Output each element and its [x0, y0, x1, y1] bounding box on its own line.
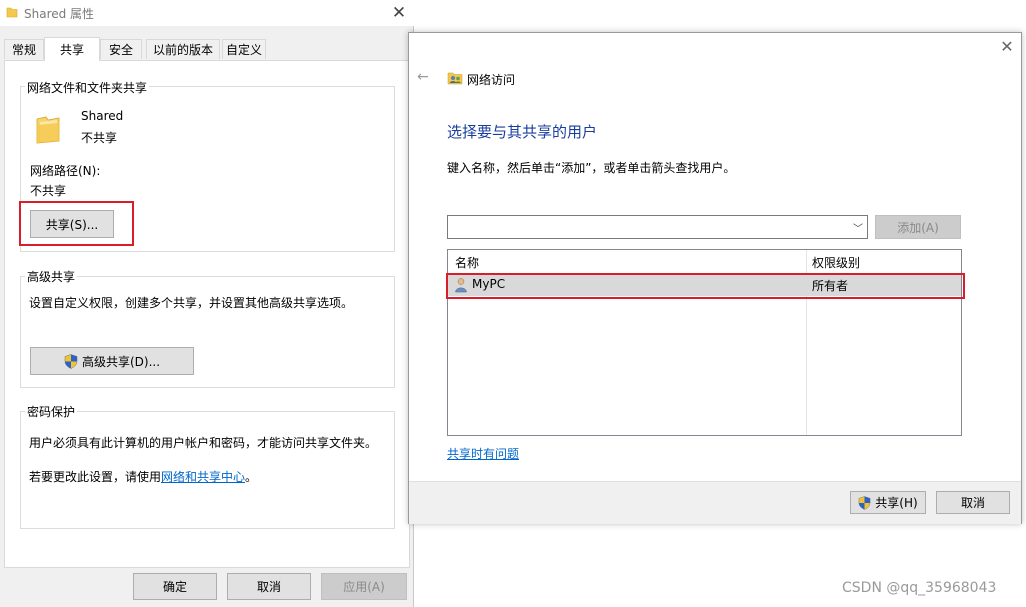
advanced-sharing-button-label: 高级共享(D)...: [81, 354, 161, 369]
properties-dialog: Shared 属性 ✕ 常规 共享 安全 以前的版本 自定义 网络文件和文件夹共…: [0, 0, 414, 607]
cancel-button[interactable]: 取消: [227, 573, 311, 600]
column-header-name[interactable]: 名称: [455, 254, 479, 271]
network-access-title: 网络访问: [467, 73, 516, 87]
shared-folder-icon: [36, 116, 60, 144]
users-list: 名称 权限级别 MyPC 所有者: [447, 249, 962, 436]
share-confirm-button-label: 共享(H): [875, 496, 918, 510]
apply-button[interactable]: 应用(A): [321, 573, 407, 600]
column-header-permission[interactable]: 权限级别: [812, 254, 860, 271]
user-icon: [455, 278, 467, 293]
share-confirm-button[interactable]: 共享(H): [850, 491, 926, 514]
properties-title: Shared 属性: [24, 7, 95, 21]
tab-customize[interactable]: 自定义: [222, 39, 266, 59]
instruction-text: 键入名称，然后单击“添加”，或者单击箭头查找用户。: [447, 161, 736, 175]
sharing-help-link[interactable]: 共享时有问题: [447, 445, 519, 462]
share-button[interactable]: 共享(S)...: [30, 210, 114, 238]
tab-previous-versions[interactable]: 以前的版本: [146, 39, 220, 59]
network-users-icon: [447, 72, 463, 85]
watermark-text: CSDN @qq_35968043: [842, 580, 997, 596]
tab-general[interactable]: 常规: [4, 39, 44, 59]
network-path-value: 不共享: [30, 184, 67, 198]
password-change-text: 若要更改此设置，请使用网络和共享中心。: [29, 468, 257, 485]
uac-shield-icon: [858, 495, 871, 510]
password-change-prefix: 若要更改此设置，请使用: [29, 470, 162, 484]
row-permission[interactable]: 所有者: [812, 277, 848, 294]
chevron-down-icon[interactable]: ﹀: [853, 220, 863, 235]
close-icon[interactable]: ✕: [997, 37, 1017, 57]
table-row[interactable]: MyPC 所有者: [448, 274, 961, 296]
advanced-sharing-description: 设置自定义权限，创建多个共享，并设置其他高级共享选项。: [29, 296, 354, 310]
password-protection-group-label: 密码保护: [25, 403, 78, 420]
network-sharing-group-label: 网络文件和文件夹共享: [25, 79, 150, 96]
dialog-heading: 选择要与其共享的用户: [447, 123, 598, 141]
network-cancel-button[interactable]: 取消: [936, 491, 1010, 514]
dialog-footer: [409, 481, 1021, 524]
password-protection-description: 用户必须具有此计算机的用户帐户和密码，才能访问共享文件夹。: [29, 436, 378, 450]
sharing-tab-page: 网络文件和文件夹共享 Shared 不共享 网络路径(N): 不共享 共享(S)…: [4, 60, 410, 568]
network-path-label: 网络路径(N):: [30, 164, 101, 178]
tab-sharing[interactable]: 共享: [44, 37, 100, 61]
tab-security[interactable]: 安全: [100, 39, 142, 59]
folder-name: Shared: [81, 109, 124, 123]
ok-button[interactable]: 确定: [133, 573, 217, 600]
row-user-name: MyPC: [472, 277, 506, 291]
advanced-sharing-button[interactable]: 高级共享(D)...: [30, 347, 194, 375]
advanced-sharing-group-label: 高级共享: [25, 268, 78, 285]
folder-share-status: 不共享: [81, 131, 118, 145]
password-change-suffix: 。: [245, 470, 258, 484]
user-name-combo[interactable]: ﹀: [447, 215, 868, 239]
network-access-dialog: ✕ ← 网络访问 选择要与其共享的用户 键入名称，然后单击“添加”，或者单击箭头…: [408, 32, 1022, 524]
back-arrow-icon[interactable]: ←: [417, 69, 429, 85]
network-sharing-center-link[interactable]: 网络和共享中心: [161, 470, 245, 484]
folder-icon: [6, 7, 18, 18]
uac-shield-icon: [64, 353, 78, 369]
close-icon[interactable]: ✕: [388, 2, 410, 24]
add-button[interactable]: 添加(A): [875, 215, 961, 239]
